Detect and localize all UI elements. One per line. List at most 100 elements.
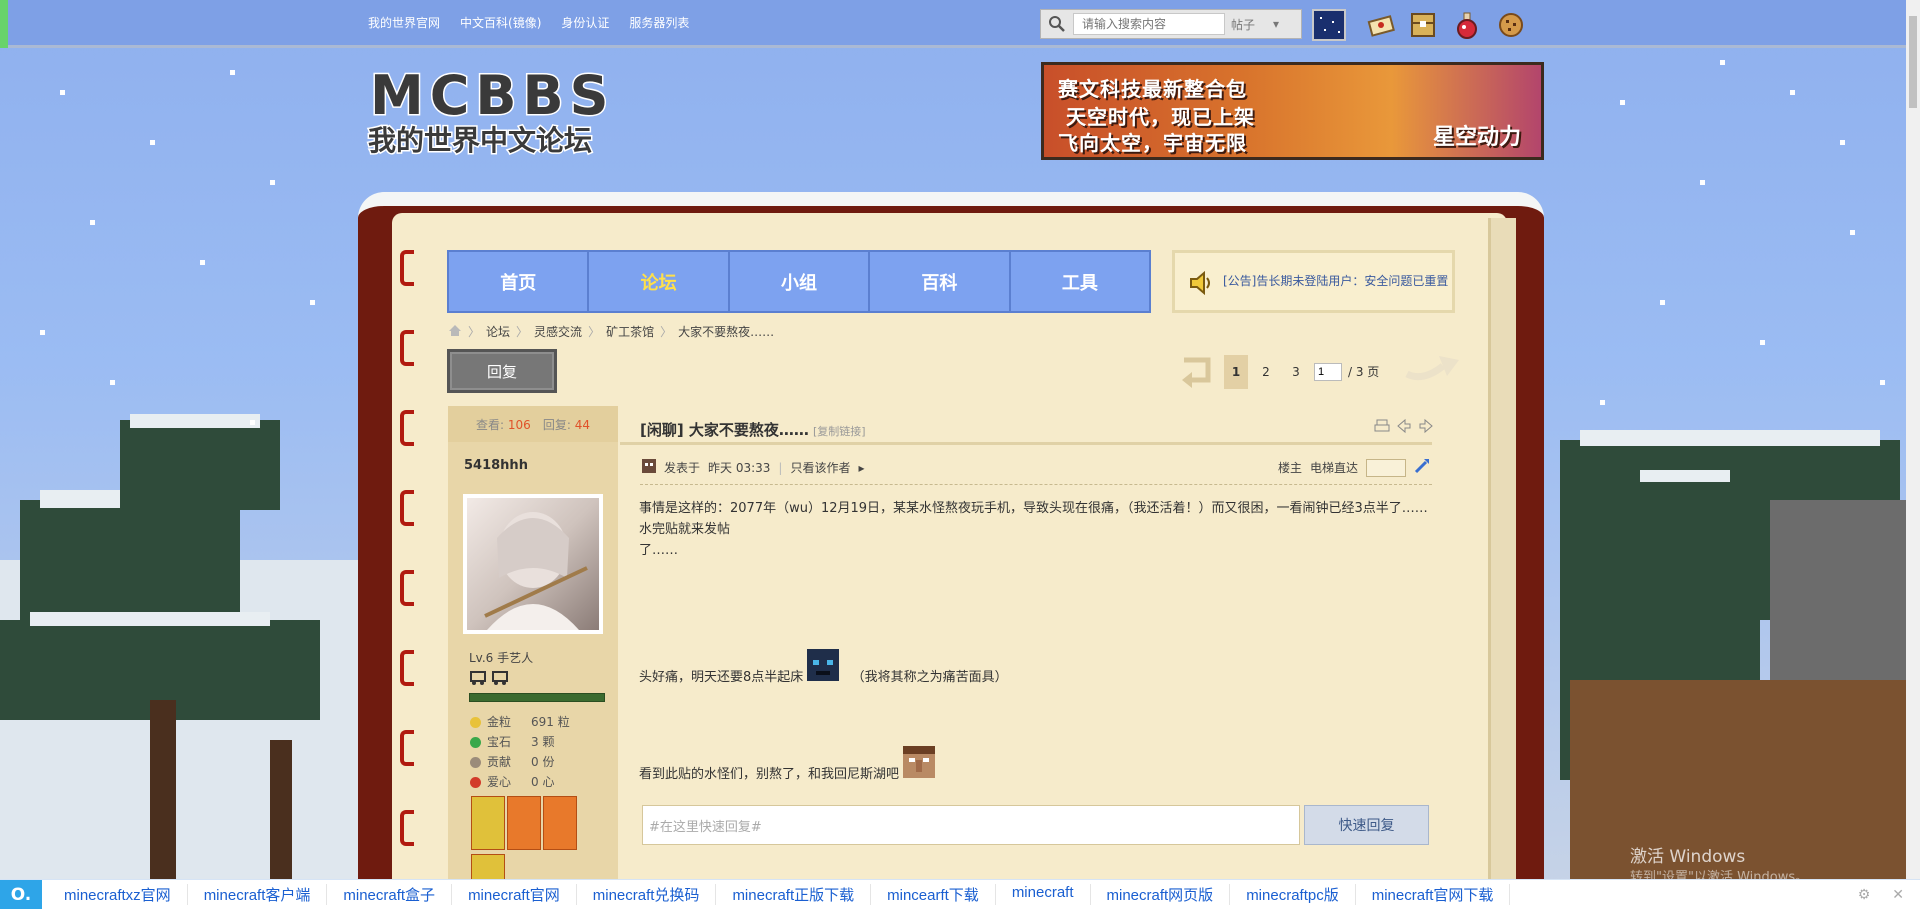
user-badges — [469, 670, 509, 689]
post-title: [闲聊] 大家不要熬夜…… [复制链接] — [640, 421, 866, 439]
bottom-links: minecraftxz官网 minecraft客户端 minecraft盒子 m… — [48, 884, 1511, 905]
experience-bar — [469, 693, 605, 702]
banner-line-3: 飞向太空，宇宙无限 — [1058, 131, 1247, 155]
return-list-icon[interactable] — [1178, 352, 1218, 391]
quick-reply-button[interactable]: 快速回复 — [1304, 805, 1429, 845]
bottom-link[interactable]: minecraft — [996, 884, 1091, 905]
scrollbar-thumb[interactable] — [1909, 16, 1917, 108]
next-thread-icon[interactable] — [1418, 418, 1434, 437]
search-input[interactable] — [1073, 13, 1225, 35]
announcement-box[interactable]: [公告]告长期未登陆用户：安全问题已重置 — [1172, 250, 1455, 313]
stat-contribution: 贡献 0 份 — [470, 752, 570, 772]
medal-10-icon[interactable] — [507, 796, 541, 850]
linkbar-controls: ⚙ ✕ — [1858, 887, 1904, 903]
author-name[interactable]: 5418hhh — [464, 458, 528, 473]
search-box: 帖子 ▾ — [1040, 9, 1302, 39]
print-icon[interactable] — [1374, 418, 1390, 437]
top-link-servers[interactable]: 服务器列表 — [629, 14, 689, 31]
bottom-link[interactable]: minecraft正版下载 — [716, 884, 872, 905]
user-stats: 金粒 691 粒 宝石 3 颗 贡献 0 份 爱心 0 心 — [470, 712, 570, 792]
top-link-wiki[interactable]: 中文百科(镜像) — [460, 14, 541, 31]
avatar[interactable] — [463, 494, 603, 634]
tab-wiki[interactable]: 百科 — [870, 252, 1011, 311]
elevator-input[interactable] — [1366, 458, 1407, 477]
copy-link[interactable]: [复制链接] — [813, 425, 866, 438]
bottom-link[interactable]: minecraft官网下载 — [1356, 884, 1511, 905]
page-2[interactable]: 2 — [1254, 355, 1278, 389]
search-icon[interactable] — [1041, 10, 1073, 38]
top-link-verify[interactable]: 身份认证 — [561, 14, 609, 31]
site-logo[interactable]: MCBBS 我的世界中文论坛 — [362, 62, 644, 162]
only-author-link[interactable]: 只看该作者 — [790, 459, 850, 476]
search-logo-icon[interactable]: O. — [0, 879, 42, 909]
bottom-link[interactable]: minecraft网页版 — [1091, 884, 1231, 905]
medal-pickaxe-icon[interactable] — [471, 796, 505, 850]
bottom-link[interactable]: mincearft下载 — [871, 884, 996, 905]
bottom-link[interactable]: minecraft客户端 — [188, 884, 328, 905]
views-label: 查看: — [476, 417, 505, 432]
stat-gem: 宝石 3 颗 — [470, 732, 570, 752]
title-divider — [620, 442, 1432, 445]
minecart-icon — [469, 670, 487, 689]
letter-icon[interactable] — [1366, 10, 1396, 40]
tab-groups[interactable]: 小组 — [730, 252, 871, 311]
gem-icon — [470, 736, 481, 748]
posted-time: 昨天 03:33 — [708, 461, 771, 475]
banner-line-2: 天空时代，现已上架 — [1066, 105, 1255, 129]
breadcrumb-inspiration[interactable]: 灵感交流 — [534, 323, 582, 340]
elevator-go-icon[interactable] — [1414, 458, 1430, 477]
post-paragraph-1b: 了…… — [639, 543, 679, 558]
logo-title: MCBBS — [370, 64, 615, 127]
replies-count: 44 — [574, 417, 590, 432]
contribution-icon — [470, 756, 481, 768]
breadcrumb-thread[interactable]: 大家不要熬夜…… — [678, 323, 774, 340]
gold-icon — [470, 716, 481, 728]
bottom-link[interactable]: minecraft兑换码 — [577, 884, 717, 905]
chevron-down-icon: ▾ — [1272, 17, 1279, 31]
tab-home[interactable]: 首页 — [449, 252, 590, 311]
next-page-icon[interactable] — [1403, 352, 1461, 391]
quick-reply-input[interactable]: #在这里快速回复# — [642, 805, 1300, 845]
page-3[interactable]: 3 — [1284, 355, 1308, 389]
home-icon[interactable] — [448, 324, 462, 340]
chest-icon[interactable] — [1408, 10, 1438, 40]
stat-heart: 爱心 0 心 — [470, 772, 570, 792]
post-paragraph-1: 事情是这样的：2077年（wu）12月19日，某某水怪熬夜玩手机，导致头现在很痛… — [639, 501, 1428, 537]
close-icon[interactable]: ✕ — [1892, 887, 1904, 903]
heart-icon — [470, 776, 481, 788]
bottom-link[interactable]: minecraft官网 — [452, 884, 577, 905]
pagination: 1 2 3 / 3 页 — [1178, 352, 1461, 391]
page-1[interactable]: 1 — [1224, 354, 1248, 389]
post-tools — [1374, 418, 1434, 437]
gear-icon[interactable]: ⚙ — [1858, 887, 1871, 903]
breadcrumb-forum[interactable]: 论坛 — [486, 323, 510, 340]
play-icon[interactable]: ▸ — [858, 461, 864, 475]
ad-banner[interactable]: 赛文科技最新整合包 天空时代，现已上架 飞向太空，宇宙无限 星空动力 — [1041, 62, 1544, 160]
bottom-link[interactable]: minecraftpc版 — [1230, 884, 1356, 905]
page-total: / 3 页 — [1348, 365, 1380, 379]
announcement-text: [公告]告长期未登陆用户：安全问题已重置 — [1223, 274, 1449, 288]
tab-tools[interactable]: 工具 — [1011, 252, 1149, 311]
prev-thread-icon[interactable] — [1396, 418, 1412, 437]
breadcrumb-teahouse[interactable]: 矿工茶馆 — [606, 323, 654, 340]
search-type-select[interactable]: 帖子 ▾ — [1225, 12, 1285, 36]
potion-icon[interactable] — [1452, 10, 1482, 40]
post-paragraph-3: 看到此贴的水怪们，别熬了，和我回尼斯湖吧 — [639, 767, 900, 782]
page-scrollbar[interactable] — [1906, 0, 1920, 879]
page-jump-input[interactable] — [1314, 362, 1342, 381]
floor-label: 楼主 — [1278, 461, 1303, 475]
top-link-official[interactable]: 我的世界官网 — [368, 14, 440, 31]
bottom-link[interactable]: minecraftxz官网 — [48, 884, 188, 905]
tab-forum[interactable]: 论坛 — [589, 252, 730, 311]
night-mode-icon[interactable] — [1312, 9, 1346, 41]
bottom-link[interactable]: minecraft盒子 — [327, 884, 453, 905]
user-level: Lv.6 手艺人 — [469, 651, 534, 665]
reply-button[interactable]: 回复 — [447, 349, 557, 393]
activation-watermark-title: 激活 Windows — [1630, 847, 1746, 867]
post-meta: 发表于 昨天 03:33 | 只看该作者 ▸ — [642, 459, 865, 476]
speaker-icon — [1187, 269, 1215, 300]
views-count: 106 — [507, 417, 531, 432]
cookie-icon[interactable] — [1496, 10, 1526, 40]
medal-flame-icon[interactable] — [543, 796, 577, 850]
search-type-label: 帖子 — [1231, 17, 1256, 32]
